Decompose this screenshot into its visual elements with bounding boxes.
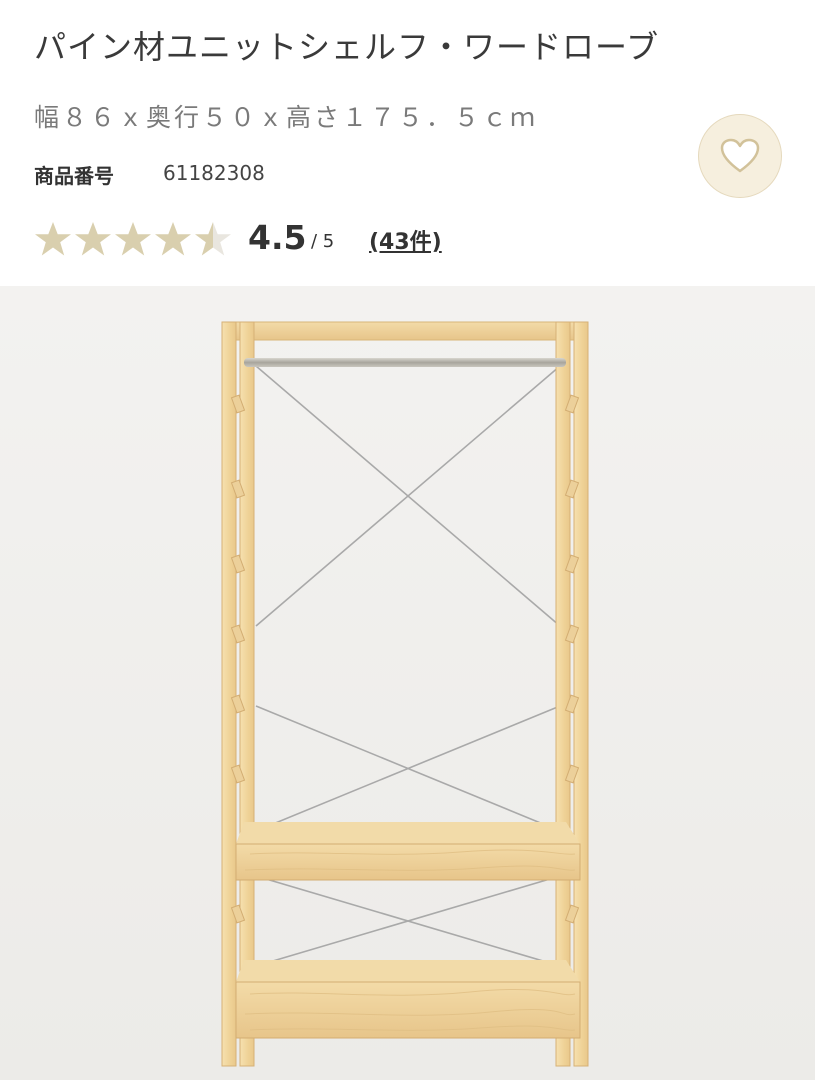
star-icon [155,222,191,256]
star-icon [75,222,111,256]
half-star-icon [195,222,231,256]
wardrobe-shelf-image [0,286,815,1080]
product-dimensions: 幅８６ｘ奥行５０ｘ高さ１７５．５ｃｍ [34,103,539,132]
product-number-value: 61182308 [163,161,265,185]
star-icon [115,222,151,256]
heart-icon [720,138,760,173]
product-number-label: 商品番号 [34,164,114,188]
review-count-link[interactable]: (43件) [369,224,442,256]
product-header: パイン材ユニットシェルフ・ワードローブ 幅８６ｘ奥行５０ｘ高さ１７５．５ｃｍ 商… [0,0,815,286]
rating-stars [33,220,233,258]
star-icon [35,222,71,256]
favorite-button[interactable] [698,114,782,198]
rating-max: / 5 [311,231,335,252]
rating-value: 4.5 [248,218,307,257]
product-photo [0,286,815,1080]
product-title: パイン材ユニットシェルフ・ワードローブ [34,28,660,66]
